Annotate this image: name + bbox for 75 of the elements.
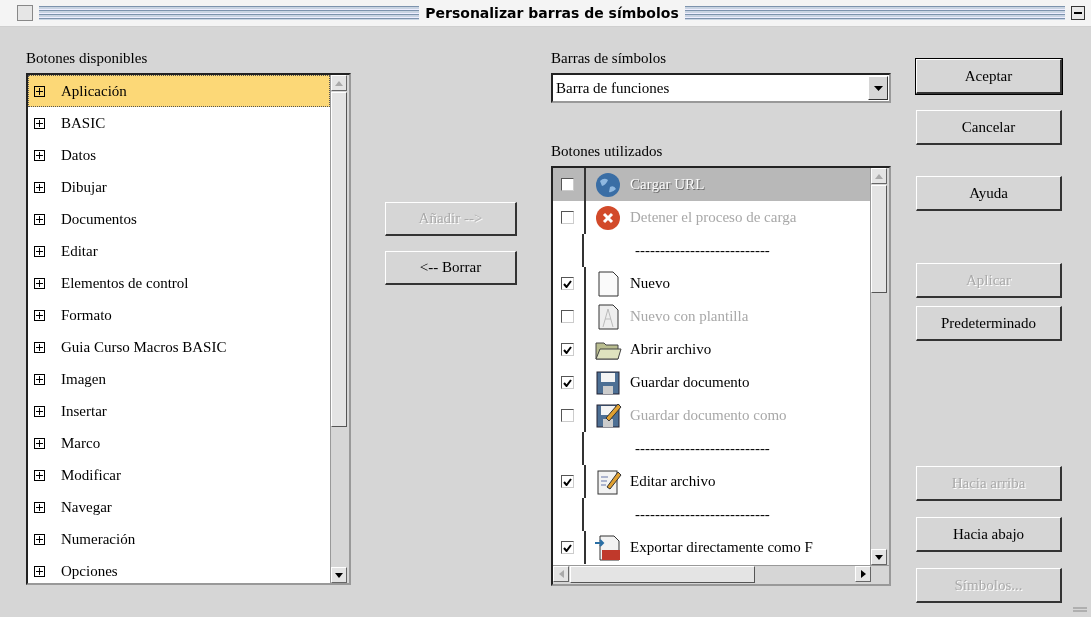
tree-item[interactable]: Guia Curso Macros BASIC xyxy=(28,331,330,363)
dialog-button[interactable]: Predeterminado xyxy=(916,306,1062,341)
expand-icon[interactable] xyxy=(34,405,45,417)
expand-icon[interactable] xyxy=(34,245,45,257)
scrollbar[interactable] xyxy=(870,168,889,565)
checkbox[interactable] xyxy=(561,475,574,488)
floppy-pencil-icon xyxy=(594,401,622,430)
stop-icon xyxy=(594,203,622,232)
resize-grip-icon[interactable] xyxy=(1073,607,1087,613)
dropdown-arrow-icon[interactable] xyxy=(873,85,883,91)
window-title: Personalizar barras de símbolos xyxy=(425,5,679,21)
list-label: Botones utilizados xyxy=(551,143,663,160)
expand-icon[interactable] xyxy=(34,469,45,481)
separator-item[interactable]: --------------------------- xyxy=(592,440,770,457)
checkbox[interactable] xyxy=(561,541,574,554)
expand-icon[interactable] xyxy=(34,85,45,97)
tree-item[interactable]: Formato xyxy=(28,299,330,331)
tree-item[interactable]: Marco xyxy=(28,427,330,459)
tree-item[interactable]: Modificar xyxy=(28,459,330,491)
tree-item[interactable]: Numeración xyxy=(28,523,330,555)
list-item[interactable]: Abrir archivo xyxy=(553,333,870,366)
down-arrow-icon[interactable] xyxy=(335,572,343,578)
tree-item[interactable]: Imagen xyxy=(28,363,330,395)
scrollbar-thumb[interactable] xyxy=(570,566,755,583)
dialog-button[interactable]: Aceptar xyxy=(916,59,1062,94)
list-item[interactable]: Guardar documento xyxy=(553,366,870,399)
expand-icon[interactable] xyxy=(34,501,45,513)
list-label: Botones disponibles xyxy=(26,50,148,67)
tree-item[interactable]: Dibujar xyxy=(28,171,330,203)
tree-item[interactable]: Elementos de control xyxy=(28,267,330,299)
list-item[interactable]: Exportar directamente como F xyxy=(553,531,870,564)
dialog-button[interactable]: Cancelar xyxy=(916,110,1062,145)
scrollbar[interactable] xyxy=(553,565,889,584)
expand-icon[interactable] xyxy=(34,533,45,545)
pdf-icon xyxy=(594,533,622,562)
expand-icon[interactable] xyxy=(34,213,45,225)
minimize-button[interactable] xyxy=(1071,6,1085,20)
scrollbar-thumb[interactable] xyxy=(331,92,347,427)
dialog-button[interactable]: Hacia abajo xyxy=(916,517,1062,552)
window-menu-button[interactable] xyxy=(17,5,33,21)
dialog-button[interactable]: Ayuda xyxy=(916,176,1062,211)
expand-icon[interactable] xyxy=(34,341,45,353)
tree-item[interactable]: Documentos xyxy=(28,203,330,235)
checkbox[interactable] xyxy=(561,376,574,389)
toolbar-label: Barras de símbolos xyxy=(551,50,666,67)
expand-icon[interactable] xyxy=(34,277,45,289)
scrollbar[interactable] xyxy=(330,75,349,583)
floppy-icon xyxy=(594,368,622,397)
checkbox[interactable] xyxy=(561,343,574,356)
globe-icon xyxy=(594,170,622,199)
tree-item[interactable]: Editar xyxy=(28,235,330,267)
tree-item[interactable]: Datos xyxy=(28,139,330,171)
expand-icon[interactable] xyxy=(34,181,45,193)
separator-item[interactable]: --------------------------- xyxy=(592,506,770,523)
down-arrow-icon[interactable] xyxy=(875,554,883,560)
expand-icon[interactable] xyxy=(34,149,45,161)
list-item[interactable]: Nuevo xyxy=(553,267,870,300)
expand-icon[interactable] xyxy=(34,373,45,385)
expand-icon[interactable] xyxy=(34,117,45,129)
tree-item[interactable]: Insertar xyxy=(28,395,330,427)
document-pencil-icon xyxy=(594,467,622,496)
tree-item[interactable]: Aplicación xyxy=(28,75,330,107)
tree-item[interactable]: Opciones xyxy=(28,555,330,583)
toolbar-dropdown[interactable]: Barra de funciones xyxy=(551,73,891,103)
expand-icon[interactable] xyxy=(34,565,45,577)
remove-button[interactable]: <-- Borrar xyxy=(385,251,517,285)
checkbox[interactable] xyxy=(561,277,574,290)
right-arrow-icon[interactable] xyxy=(860,570,866,578)
list-item[interactable]: Editar archivo xyxy=(553,465,870,498)
scrollbar-thumb[interactable] xyxy=(871,185,887,293)
separator-item[interactable]: --------------------------- xyxy=(592,242,770,259)
expand-icon[interactable] xyxy=(34,309,45,321)
tree-item[interactable]: BASIC xyxy=(28,107,330,139)
expand-icon[interactable] xyxy=(34,437,45,449)
tree-item[interactable]: Navegar xyxy=(28,491,330,523)
